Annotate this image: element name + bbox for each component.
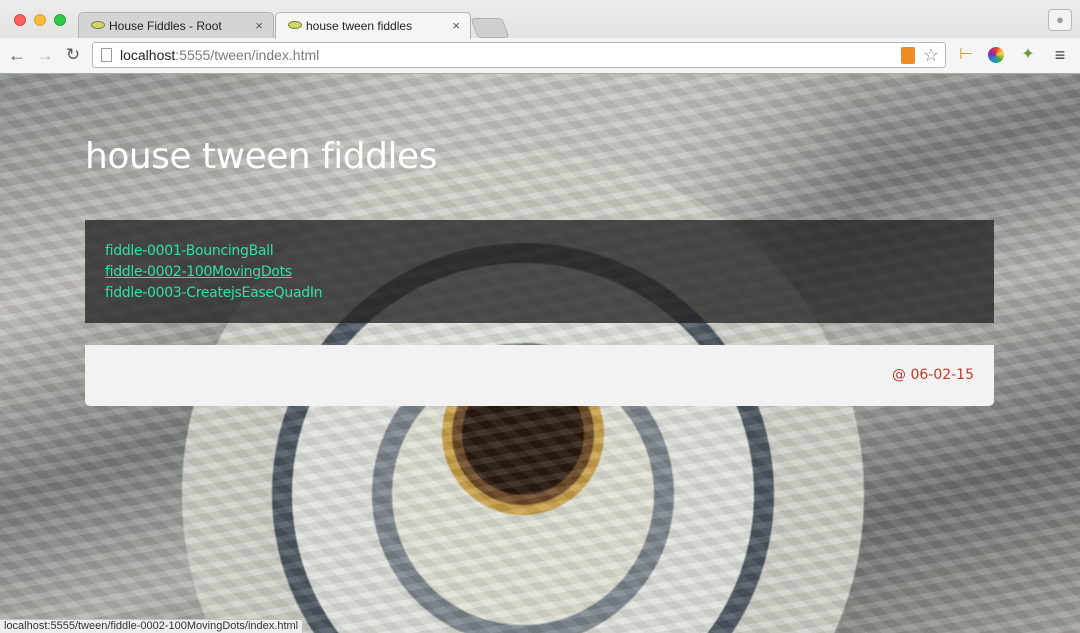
fiddle-list: fiddle-0001-BouncingBall fiddle-0002-100… [85,220,994,323]
fiddle-link-0003[interactable]: fiddle-0003-CreatejsEaseQuadIn [105,283,994,304]
color-wheel-extension-icon[interactable] [986,45,1006,65]
puzzle-extension-icon[interactable]: ✦ [1018,45,1038,65]
forward-button[interactable]: → [34,44,56,66]
ruler-extension-icon[interactable]: ⊢ [956,45,976,65]
fiddle-link-0002[interactable]: fiddle-0002-100MovingDots [105,262,994,283]
reload-button[interactable]: ↻ [62,44,84,66]
arrow-left-icon: ← [8,45,26,65]
calculator-extension-icon[interactable] [901,47,915,64]
maximize-window-button[interactable] [54,14,66,26]
browser-toolbar: ← → ↻ localhost:5555/tween/index.html ☆ … [0,38,1080,73]
back-button[interactable]: ← [6,44,28,66]
close-window-button[interactable] [14,14,26,26]
fiddle-link-0001[interactable]: fiddle-0001-BouncingBall [105,241,994,262]
address-bar[interactable]: localhost:5555/tween/index.html ☆ [92,42,946,68]
arrow-right-icon: → [36,45,54,65]
tab-house-tween-fiddles[interactable]: house tween fiddles × [275,12,471,39]
window-controls [14,14,66,26]
reload-icon: ↻ [65,45,81,64]
url-path: :5555/tween/index.html [175,47,320,63]
new-tab-button[interactable] [470,18,510,38]
minimize-window-button[interactable] [34,14,46,26]
bookmark-star-icon[interactable]: ☆ [923,43,939,67]
page-title: house tween fiddles [85,136,437,177]
tab-title: House Fiddles - Root [109,19,222,33]
footer-panel: @ 06-02-15 [85,345,994,406]
tab-title: house tween fiddles [306,19,413,33]
status-bar-url: localhost:5555/tween/fiddle-0002-100Movi… [0,619,304,633]
tab-close-icon[interactable]: × [255,13,263,39]
browser-menu-icon[interactable]: ≡ [1050,45,1070,65]
page-viewport: house tween fiddles fiddle-0001-Bouncing… [0,74,1080,633]
person-icon: ● [1056,12,1064,27]
page-icon [101,48,112,62]
tab-close-icon[interactable]: × [452,13,460,39]
url-host: localhost [120,47,176,63]
url-text: localhost:5555/tween/index.html [120,43,319,67]
tab-favicon-icon [288,21,302,29]
profile-button[interactable]: ● [1048,9,1072,31]
tab-favicon-icon [91,21,105,29]
footer-date: @ 06-02-15 [892,367,974,383]
browser-chrome: House Fiddles - Root × house tween fiddl… [0,0,1080,74]
tab-house-fiddles-root[interactable]: House Fiddles - Root × [78,12,274,38]
